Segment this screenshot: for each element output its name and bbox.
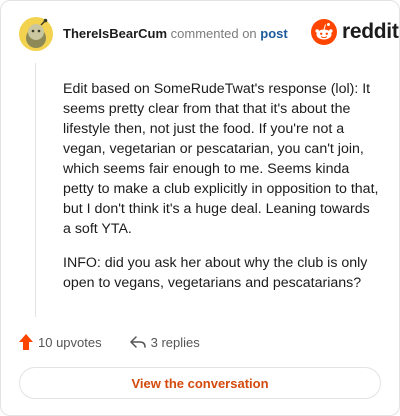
comment-footer: 10 upvotes 3 replies: [19, 334, 200, 350]
commented-on-text: commented on: [170, 26, 257, 41]
reddit-brand[interactable]: reddit: [311, 19, 399, 45]
replies[interactable]: 3 replies: [129, 334, 200, 350]
reply-arrow-icon: [129, 336, 146, 348]
upvotes-count: 10 upvotes: [38, 334, 102, 350]
author-username[interactable]: ThereIsBearCum: [63, 26, 167, 41]
reddit-wordmark: reddit: [342, 20, 399, 43]
replies-count: 3 replies: [150, 334, 200, 350]
comment-paragraph: Edit based on SomeRudeTwat's response (l…: [63, 81, 379, 237]
comment-header: ThereIsBearCum commented on post: [63, 26, 288, 41]
view-conversation-button[interactable]: View the conversation: [19, 367, 381, 399]
user-avatar-icon[interactable]: [19, 17, 53, 51]
comment-body: Edit based on SomeRudeTwat's response (l…: [63, 79, 381, 307]
comment-paragraph: INFO: did you ask her about why the club…: [63, 255, 368, 291]
upvotes[interactable]: 10 upvotes: [19, 334, 102, 350]
thread-line: [35, 63, 36, 317]
upvote-arrow-icon: [19, 334, 33, 350]
post-link[interactable]: post: [260, 26, 287, 41]
reddit-logo-icon: [311, 19, 337, 45]
comment-embed-card: ThereIsBearCum commented on post reddit …: [0, 0, 400, 416]
